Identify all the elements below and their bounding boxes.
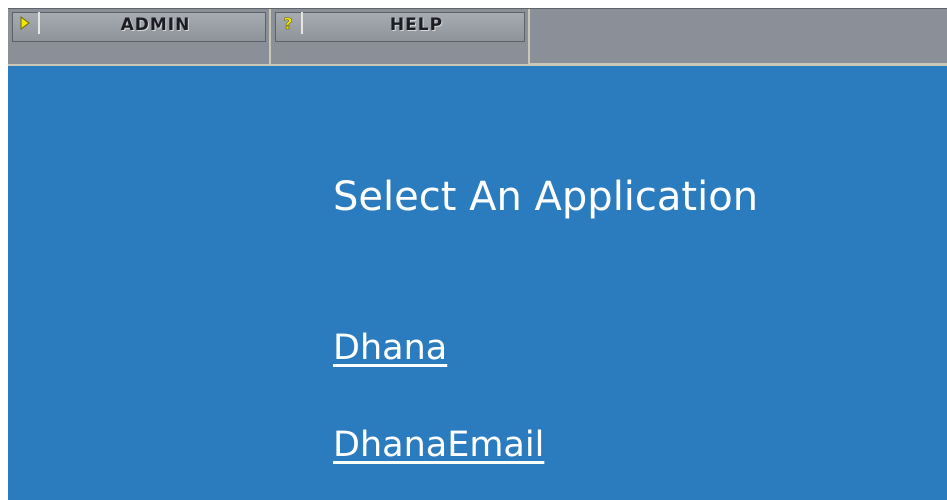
page-title: Select An Application (333, 174, 759, 220)
toolbar: ADMIN ? HELP (8, 8, 947, 66)
admin-button-lower-panel (8, 45, 269, 64)
app-frame: ADMIN ? HELP Select An Application Dhana… (8, 8, 947, 500)
admin-button-label: ADMIN (120, 15, 191, 35)
help-button-lower-panel (271, 45, 528, 64)
application-link-dhana[interactable]: Dhana (333, 328, 447, 368)
svg-text:?: ? (283, 14, 292, 32)
application-link-dhanaemail[interactable]: DhanaEmail (333, 425, 544, 465)
play-arrow-icon (12, 12, 40, 34)
admin-button[interactable]: ADMIN (8, 9, 271, 64)
help-button-label: HELP (389, 15, 444, 35)
question-mark-icon: ? (275, 12, 303, 34)
help-button[interactable]: ? HELP (271, 9, 530, 64)
